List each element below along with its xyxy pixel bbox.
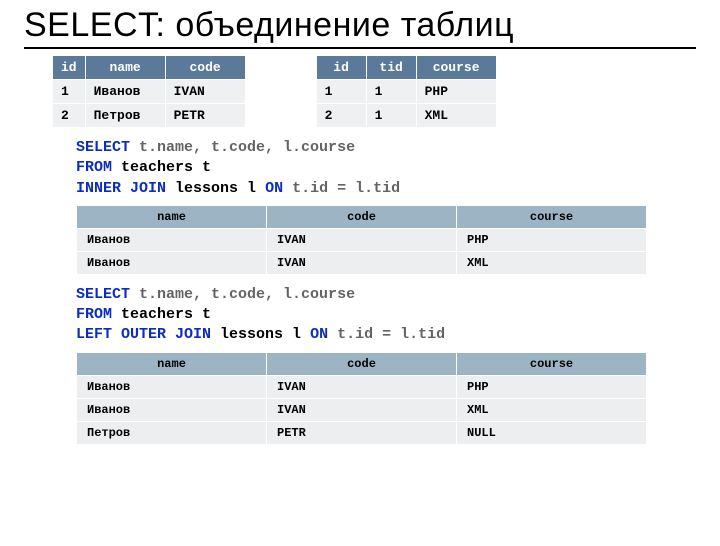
- table-ref: teachers t: [121, 159, 211, 176]
- kw-on: ON: [265, 180, 283, 197]
- join-condition: t.id = l.tid: [337, 326, 445, 343]
- kw-left-outer-join: LEFT OUTER JOIN: [76, 326, 211, 343]
- table-row: Иванов IVAN PHP: [77, 228, 647, 251]
- cell-code: PETR: [267, 421, 457, 444]
- cell-name: Иванов: [77, 398, 267, 421]
- cell-tid: 1: [366, 104, 416, 128]
- cell-code: IVAN: [267, 251, 457, 274]
- cell-course: XML: [457, 251, 647, 274]
- left-join-result-table: name code course Иванов IVAN PHP Иванов …: [76, 352, 647, 445]
- cell-code: PETR: [165, 104, 245, 128]
- lessons-col-course: course: [416, 56, 496, 80]
- joined-table: lessons l: [175, 180, 256, 197]
- cell-name: Иванов: [77, 375, 267, 398]
- kw-from: FROM: [76, 306, 112, 323]
- lessons-table: id tid course 1 1 PHP 2 1 XML: [316, 55, 497, 128]
- kw-select: SELECT: [76, 139, 130, 156]
- cell-code: IVAN: [267, 375, 457, 398]
- cell-name: Иванов: [85, 80, 165, 104]
- table-row: Иванов IVAN XML: [77, 398, 647, 421]
- slide-title: SELECT: объединение таблиц: [24, 6, 696, 49]
- teachers-col-id: id: [53, 56, 86, 80]
- cell-id: 2: [316, 104, 366, 128]
- table-ref: teachers t: [121, 306, 211, 323]
- table-row: Петров PETR NULL: [77, 421, 647, 444]
- cell-course: PHP: [457, 228, 647, 251]
- table-row: Иванов IVAN PHP: [77, 375, 647, 398]
- cell-id: 2: [53, 104, 86, 128]
- cell-course: PHP: [457, 375, 647, 398]
- inner-join-result-table: name code course Иванов IVAN PHP Иванов …: [76, 205, 647, 275]
- table-row: 1 Иванов IVAN: [53, 80, 246, 104]
- cell-course: XML: [457, 398, 647, 421]
- joined-table: lessons l: [220, 326, 301, 343]
- cell-course: XML: [416, 104, 496, 128]
- kw-from: FROM: [76, 159, 112, 176]
- source-tables-row: id name code 1 Иванов IVAN 2 Петров PETR…: [24, 55, 696, 128]
- table-row: 2 1 XML: [316, 104, 496, 128]
- result-col-name: name: [77, 352, 267, 375]
- cell-name: Петров: [85, 104, 165, 128]
- cell-name: Иванов: [77, 251, 267, 274]
- kw-select: SELECT: [76, 286, 130, 303]
- cell-course: NULL: [457, 421, 647, 444]
- lessons-col-id: id: [316, 56, 366, 80]
- result-col-name: name: [77, 205, 267, 228]
- cell-code: IVAN: [267, 398, 457, 421]
- cell-name: Петров: [77, 421, 267, 444]
- teachers-col-name: name: [85, 56, 165, 80]
- cell-course: PHP: [416, 80, 496, 104]
- kw-on: ON: [310, 326, 328, 343]
- cell-id: 1: [316, 80, 366, 104]
- fields: t.name, t.code, l.course: [139, 286, 355, 303]
- teachers-table: id name code 1 Иванов IVAN 2 Петров PETR: [52, 55, 246, 128]
- result-col-course: course: [457, 352, 647, 375]
- table-row: Иванов IVAN XML: [77, 251, 647, 274]
- lessons-col-tid: tid: [366, 56, 416, 80]
- kw-inner-join: INNER JOIN: [76, 180, 166, 197]
- table-row: 2 Петров PETR: [53, 104, 246, 128]
- table-row: 1 1 PHP: [316, 80, 496, 104]
- cell-code: IVAN: [267, 228, 457, 251]
- cell-code: IVAN: [165, 80, 245, 104]
- sql-query-left-join: SELECT t.name, t.code, l.course FROM tea…: [24, 285, 696, 346]
- teachers-col-code: code: [165, 56, 245, 80]
- join-condition: t.id = l.tid: [292, 180, 400, 197]
- fields: t.name, t.code, l.course: [139, 139, 355, 156]
- cell-tid: 1: [366, 80, 416, 104]
- cell-name: Иванов: [77, 228, 267, 251]
- result-col-code: code: [267, 352, 457, 375]
- result-col-course: course: [457, 205, 647, 228]
- sql-query-inner-join: SELECT t.name, t.code, l.course FROM tea…: [24, 138, 696, 199]
- cell-id: 1: [53, 80, 86, 104]
- result-col-code: code: [267, 205, 457, 228]
